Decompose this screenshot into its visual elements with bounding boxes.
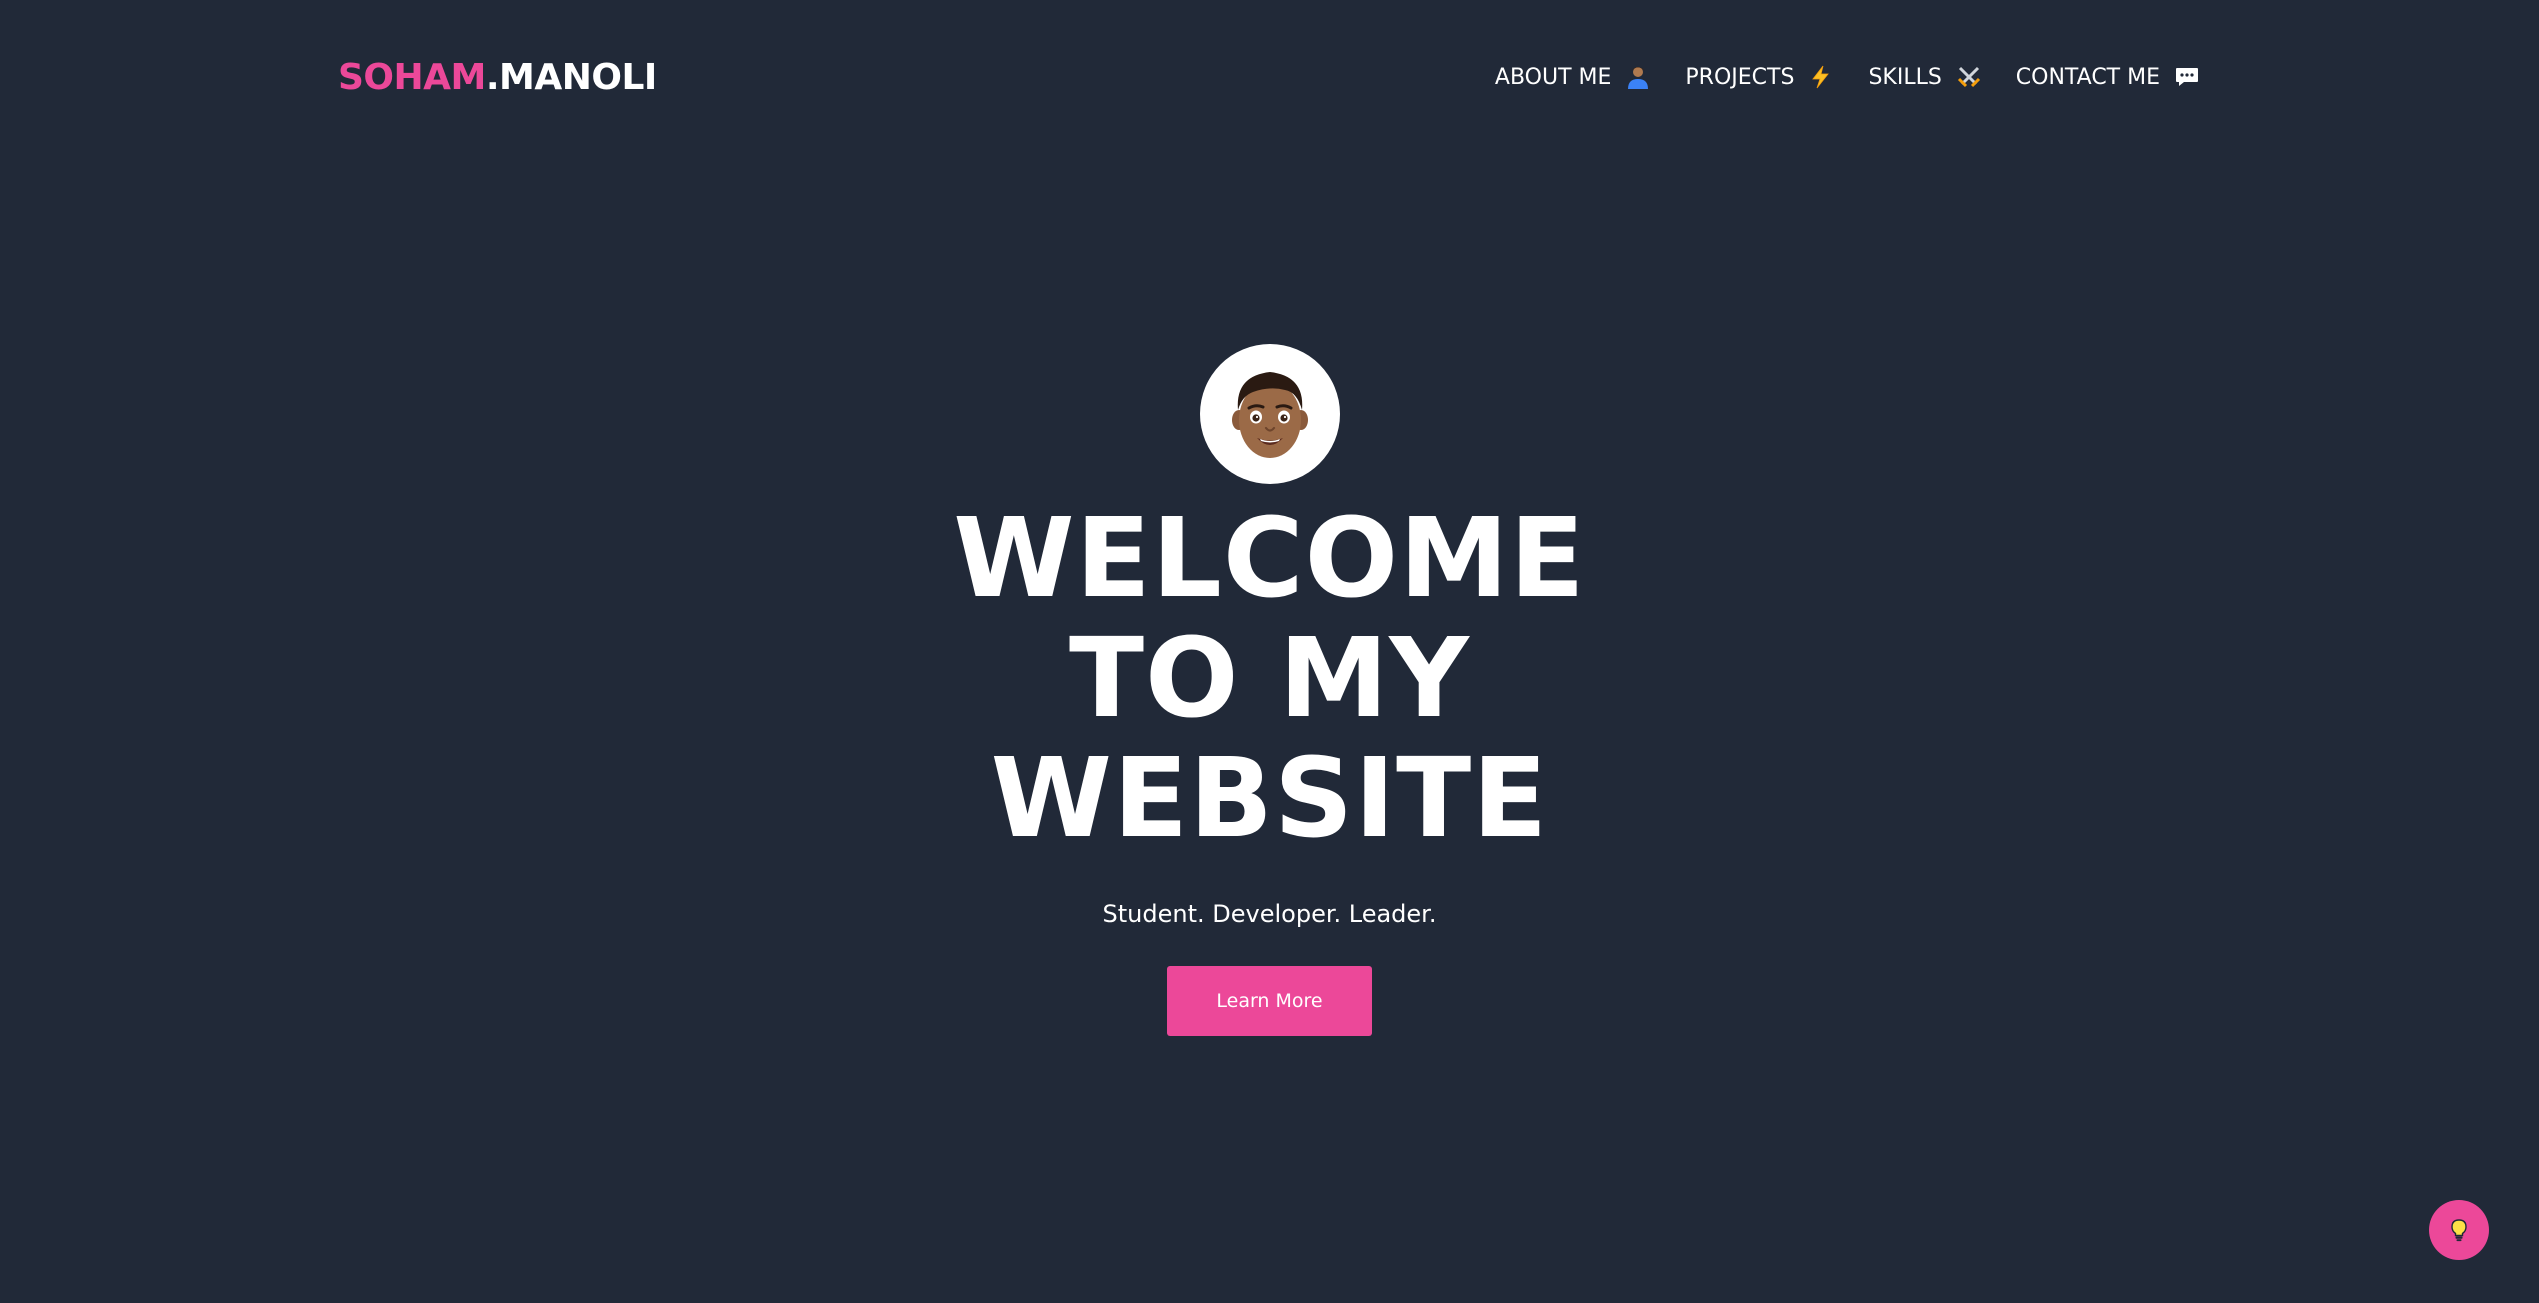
nav-projects[interactable]: PROJECTS: [1685, 64, 1834, 90]
nav-skills-label: SKILLS: [1868, 64, 1942, 90]
hero-section: WELCOME TO MY WEBSITE Student. Developer…: [0, 344, 2539, 1036]
page-title: WELCOME TO MY WEBSITE: [953, 498, 1585, 858]
theme-toggle-button[interactable]: [2429, 1200, 2489, 1260]
main-nav: ABOUT ME PROJECTS SKILLS CONTACT ME: [1495, 64, 2200, 90]
nav-contact-me-label: CONTACT ME: [2015, 64, 2160, 90]
nav-contact-me[interactable]: CONTACT ME: [2016, 64, 2200, 90]
page: SOHAM .MANOLI ABOUT ME PROJECTS SKILLS C…: [0, 0, 2539, 1303]
logo-last-name: .MANOLI: [485, 56, 657, 98]
lightbulb-icon: [2451, 1219, 2467, 1242]
site-header: SOHAM .MANOLI ABOUT ME PROJECTS SKILLS C…: [338, 52, 2200, 102]
nav-skills[interactable]: SKILLS: [1868, 64, 1981, 90]
nav-about-me-label: ABOUT ME: [1494, 64, 1612, 90]
memoji-avatar-icon: [1231, 372, 1308, 458]
learn-more-button[interactable]: Learn More: [1167, 966, 1372, 1036]
headline-line-1: WELCOME: [953, 494, 1586, 622]
avatar: [1199, 344, 1340, 484]
lightning-icon: [1808, 64, 1834, 90]
logo-first-name: SOHAM: [338, 56, 486, 98]
logo[interactable]: SOHAM .MANOLI: [338, 57, 657, 98]
headline-line-2: TO MY: [1069, 614, 1470, 742]
headline-line-3: WEBSITE: [990, 734, 1549, 862]
nav-projects-label: PROJECTS: [1685, 64, 1795, 90]
crossed-swords-icon: [1956, 64, 1982, 90]
person-icon: [1625, 64, 1651, 90]
tagline: Student. Developer. Leader.: [1102, 900, 1437, 928]
nav-about-me[interactable]: ABOUT ME: [1495, 64, 1652, 90]
speech-bubble-icon: [2174, 64, 2200, 90]
